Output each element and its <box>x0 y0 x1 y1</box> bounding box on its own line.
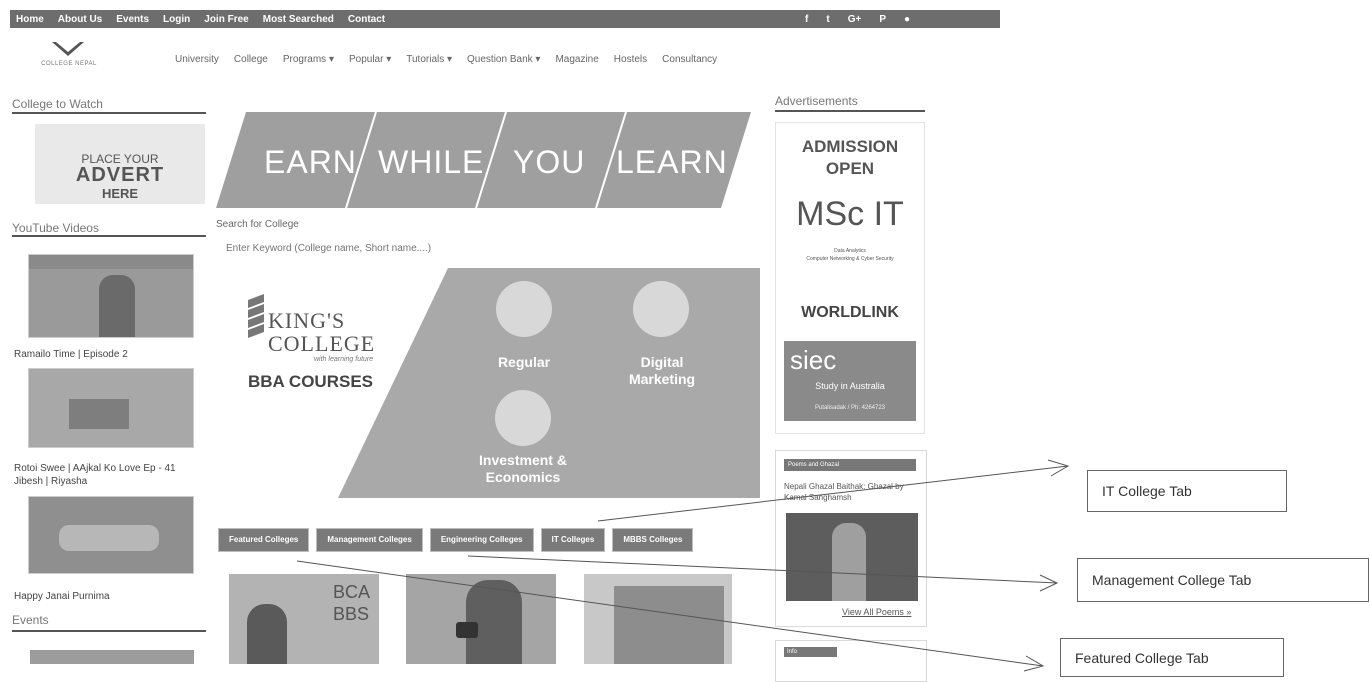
callout-featured-college-tab: Featured College Tab <box>1060 638 1284 677</box>
callout-management-college-tab: Management College Tab <box>1077 558 1369 602</box>
callout-it-college-tab: IT College Tab <box>1087 470 1287 512</box>
